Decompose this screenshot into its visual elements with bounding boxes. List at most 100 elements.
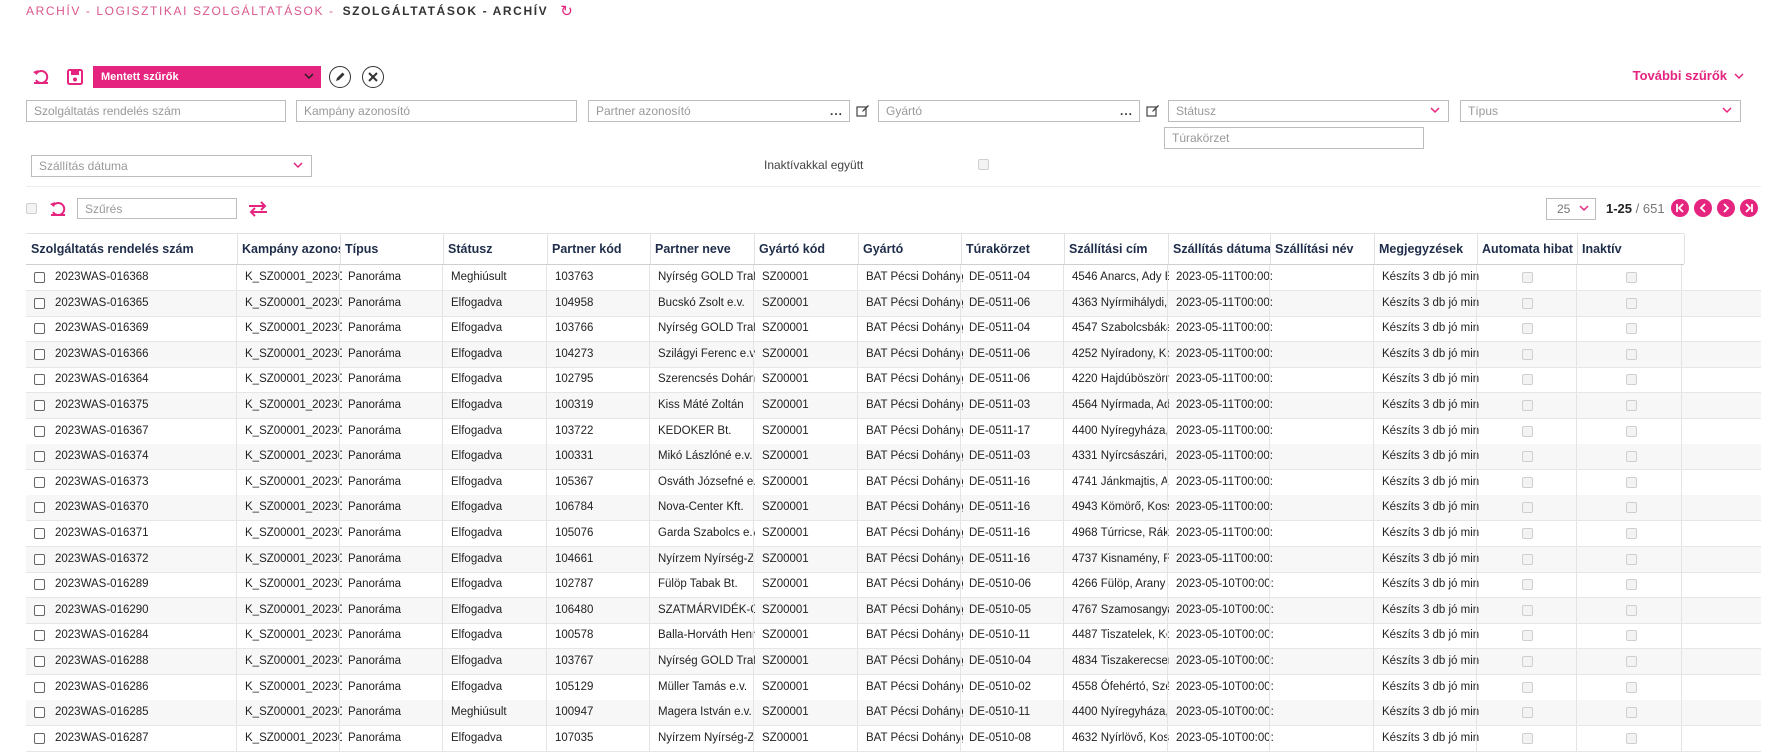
- page-size-select[interactable]: 25: [1546, 198, 1596, 220]
- table-row[interactable]: 2023WAS-016369 K_SZ00001_20230411 Panoráma…: [26, 316, 1761, 343]
- column-header[interactable]: Státusz: [448, 234, 546, 264]
- row-checkbox[interactable]: [34, 528, 45, 539]
- last-page-button[interactable]: [1740, 199, 1758, 217]
- row-checkbox[interactable]: [34, 630, 45, 642]
- column-header[interactable]: Gyártó kód: [759, 234, 857, 264]
- manufacturer-input[interactable]: Gyártó ...: [878, 100, 1140, 122]
- breadcrumb-parent[interactable]: ARCHÍV - LOGISZTIKAI SZOLGÁLTATÁSOK -: [26, 4, 335, 18]
- saved-filters-select[interactable]: Mentett szűrők: [93, 66, 321, 88]
- column-header[interactable]: Automata hibat: [1482, 234, 1580, 264]
- lookup-icon[interactable]: ...: [1120, 104, 1133, 118]
- table-row[interactable]: 2023WAS-016288 K_SZ00001_20230411 Panoráma…: [26, 649, 1761, 675]
- table-row[interactable]: 2023WAS-016286 K_SZ00001_20230411 Panoráma…: [26, 674, 1761, 701]
- table-row[interactable]: 2023WAS-016365 K_SZ00001_20230411 Panoráma…: [26, 290, 1761, 317]
- service-order-number-input[interactable]: Szolgáltatás rendelés szám: [26, 100, 286, 122]
- table-row[interactable]: 2023WAS-016287 K_SZ00001_20230411 Panoráma…: [26, 725, 1761, 752]
- column-header[interactable]: Típus: [345, 234, 443, 264]
- table-row[interactable]: 2023WAS-016364 K_SZ00001_20230411 Panoráma…: [26, 367, 1761, 394]
- quick-filter-input[interactable]: Szűrés: [77, 198, 237, 219]
- row-checkbox[interactable]: [34, 374, 45, 386]
- table-row[interactable]: 2023WAS-016371 K_SZ00001_20230411 Panoráma…: [26, 521, 1761, 547]
- status-select[interactable]: Státusz: [1168, 100, 1449, 122]
- column-header[interactable]: Túrakörzet: [966, 234, 1064, 264]
- edit-icon[interactable]: [1146, 104, 1160, 118]
- row-checkbox[interactable]: [34, 604, 45, 616]
- edit-icon[interactable]: [856, 104, 870, 118]
- cell-divider: [1681, 700, 1682, 726]
- column-divider[interactable]: [1577, 234, 1578, 264]
- first-page-button[interactable]: [1671, 199, 1689, 217]
- column-header[interactable]: Szolgáltatás rendelés szám: [31, 234, 234, 264]
- select-all-checkbox[interactable]: [26, 203, 37, 214]
- table-row[interactable]: 2023WAS-016370 K_SZ00001_20230411 Panoráma…: [26, 495, 1761, 522]
- row-checkbox[interactable]: [34, 732, 45, 744]
- with-inactive-checkbox[interactable]: [978, 159, 989, 170]
- table-row[interactable]: 2023WAS-016367 K_SZ00001_20230411 Panoráma…: [26, 418, 1761, 445]
- column-divider[interactable]: [1270, 234, 1271, 264]
- save-filter-icon[interactable]: [64, 66, 86, 88]
- row-checkbox[interactable]: [34, 400, 45, 411]
- column-header[interactable]: Partner kód: [552, 234, 650, 264]
- refresh-icon[interactable]: ↻: [560, 2, 574, 20]
- partner-id-input[interactable]: Partner azonosító ...: [588, 100, 850, 122]
- column-divider[interactable]: [754, 234, 755, 264]
- column-header[interactable]: Partner neve: [655, 234, 753, 264]
- column-divider[interactable]: [650, 234, 651, 264]
- column-header[interactable]: Gyártó: [863, 234, 961, 264]
- table-row[interactable]: 2023WAS-016372 K_SZ00001_20230411 Panoráma…: [26, 546, 1761, 573]
- type-select[interactable]: Típus: [1460, 100, 1741, 122]
- column-header[interactable]: Inaktív: [1582, 234, 1680, 264]
- table-row[interactable]: 2023WAS-016289 K_SZ00001_20230411 Panoráma…: [26, 572, 1761, 599]
- column-divider[interactable]: [1374, 234, 1375, 264]
- row-checkbox[interactable]: [34, 656, 45, 667]
- row-checkbox[interactable]: [34, 553, 45, 565]
- column-divider[interactable]: [237, 234, 238, 264]
- delete-filter-button[interactable]: [362, 66, 384, 88]
- campaign-id-input[interactable]: Kampány azonosító: [296, 100, 577, 122]
- row-checkbox[interactable]: [34, 323, 45, 335]
- prev-page-button[interactable]: [1694, 199, 1712, 217]
- column-header[interactable]: Kampány azonosító: [242, 234, 340, 264]
- edit-filter-button[interactable]: [329, 66, 351, 88]
- column-divider[interactable]: [1477, 234, 1478, 264]
- table-row[interactable]: 2023WAS-016375 K_SZ00001_20230411 Panoráma…: [26, 393, 1761, 419]
- row-checkbox[interactable]: [34, 502, 45, 514]
- table-row[interactable]: 2023WAS-016374 K_SZ00001_20230411 Panoráma…: [26, 444, 1761, 471]
- column-divider[interactable]: [858, 234, 859, 264]
- column-divider[interactable]: [340, 234, 341, 264]
- column-divider[interactable]: [1168, 234, 1169, 264]
- row-checkbox[interactable]: [34, 348, 45, 360]
- table-row[interactable]: 2023WAS-016285 K_SZ00001_20230411 Panoráma…: [26, 700, 1761, 727]
- row-checkbox[interactable]: [34, 451, 45, 463]
- column-header[interactable]: Szállítási cím: [1069, 234, 1167, 264]
- reset-quick-filter-icon[interactable]: [47, 198, 69, 220]
- table-row[interactable]: 2023WAS-016284 K_SZ00001_20230411 Panoráma…: [26, 623, 1761, 650]
- column-header[interactable]: Szállítási név: [1275, 234, 1373, 264]
- column-divider[interactable]: [1064, 234, 1065, 264]
- column-divider[interactable]: [961, 234, 962, 264]
- row-checkbox[interactable]: [34, 681, 45, 693]
- column-header[interactable]: Szállítás dátuma: [1173, 234, 1271, 264]
- row-checkbox[interactable]: [34, 272, 45, 283]
- more-filters-button[interactable]: További szűrők: [1633, 68, 1745, 83]
- delivery-date-select[interactable]: Szállítás dátuma: [31, 155, 312, 177]
- row-checkbox[interactable]: [34, 476, 45, 488]
- table-row[interactable]: 2023WAS-016366 K_SZ00001_20230411 Panoráma…: [26, 341, 1761, 368]
- row-checkbox[interactable]: [34, 425, 45, 437]
- lookup-icon[interactable]: ...: [830, 104, 843, 118]
- cell-divider: [236, 290, 237, 316]
- tour-area-input[interactable]: Túrakörzet: [1164, 127, 1424, 149]
- row-checkbox[interactable]: [34, 707, 45, 719]
- column-header[interactable]: Megjegyzések: [1379, 234, 1477, 264]
- table-row[interactable]: 2023WAS-016290 K_SZ00001_20230411 Panoráma…: [26, 597, 1761, 624]
- table-cell: [1278, 547, 1375, 572]
- table-row[interactable]: 2023WAS-016373 K_SZ00001_20230411 Panoráma…: [26, 469, 1761, 496]
- reset-filters-icon[interactable]: [30, 66, 52, 88]
- row-checkbox[interactable]: [34, 297, 45, 309]
- swap-columns-icon[interactable]: [247, 198, 269, 220]
- column-divider[interactable]: [443, 234, 444, 264]
- column-divider[interactable]: [547, 234, 548, 264]
- table-row[interactable]: 2023WAS-016368 K_SZ00001_20230411 Panoráma…: [26, 265, 1761, 291]
- row-checkbox[interactable]: [34, 579, 45, 591]
- next-page-button[interactable]: [1717, 199, 1735, 217]
